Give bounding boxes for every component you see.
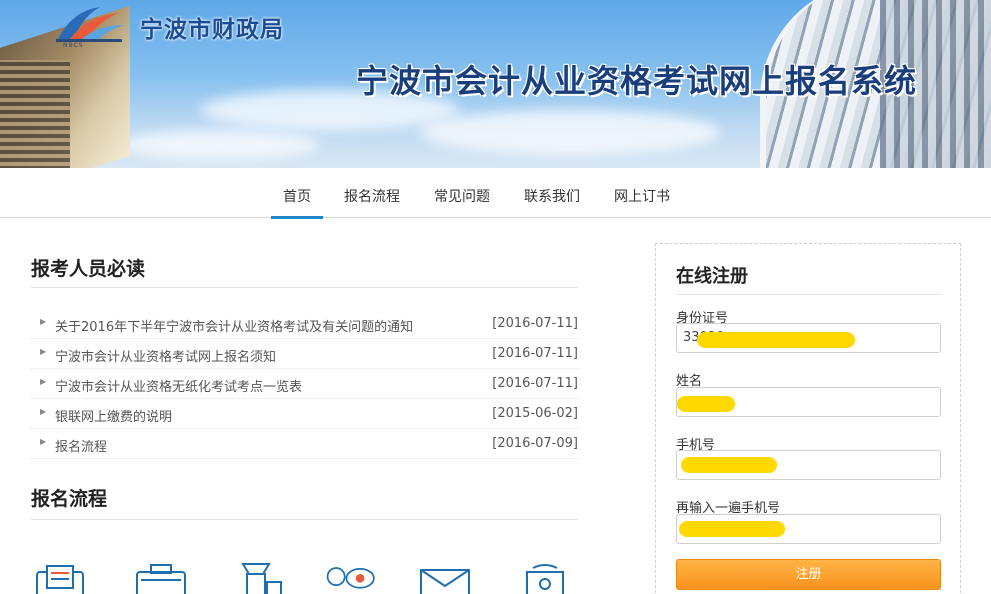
register-button[interactable]: 注册 [676,559,941,590]
notice-date: [2016-07-11] [492,316,578,331]
header-banner: NBCS 宁波市财政局 宁波市会计从业资格考试网上报名系统 [0,0,991,168]
id-number-input[interactable]: 33020 [676,323,941,353]
print-ticket-icon [420,569,470,594]
notice-date: [2016-07-11] [492,346,578,361]
notice-title[interactable]: 宁波市会计从业资格考试网上报名须知 [55,346,276,365]
registration-panel: 在线注册 身份证号 33020 姓名 手机号 再输入一遍手机号 13 注册 [655,243,961,594]
notices-divider [31,287,578,288]
list-item[interactable]: ▶ 报名流程 [2016-07-09] [31,429,578,459]
notice-date: [2016-07-09] [492,436,578,451]
notice-title[interactable]: 宁波市会计从业资格无纸化考试考点一览表 [55,376,302,395]
notices-title: 报考人员必读 [31,258,146,280]
nav-contact[interactable]: 联系我们 [524,186,580,218]
banner-cloud [420,110,720,155]
list-item[interactable]: ▶ 银联网上缴费的说明 [2015-06-02] [31,399,578,429]
redaction-mark [677,396,735,412]
exam-icon [526,564,564,594]
notice-title[interactable]: 关于2016年下半年宁波市会计从业资格考试及有关问题的通知 [55,316,413,335]
phone-confirm-input[interactable]: 13 [676,514,941,544]
main-nav: 首页 报名流程 常见问题 联系我们 网上订书 [0,168,991,219]
list-item[interactable]: ▶ 宁波市会计从业资格无纸化考试考点一览表 [2016-07-11] [31,369,578,399]
payment-machine-icon [241,563,282,594]
name-input[interactable] [676,387,941,417]
banner-cloud [120,130,320,160]
process-steps [31,560,578,594]
banner-building-left-tower [0,60,70,168]
nav-book-order[interactable]: 网上订书 [614,186,670,218]
bullet-icon: ▶ [40,437,47,446]
registration-form-icon [36,565,84,594]
redaction-mark [679,521,785,537]
notice-title[interactable]: 银联网上缴费的说明 [55,406,172,425]
nav-faq[interactable]: 常见问题 [434,186,490,218]
process-divider [31,519,578,520]
notice-title[interactable]: 报名流程 [55,436,107,455]
bullet-icon: ▶ [40,317,47,326]
redaction-mark [681,457,777,473]
logo-subtext: NBCS [63,42,84,49]
redaction-mark [697,332,855,348]
registration-divider [676,294,942,295]
notice-date: [2015-06-02] [492,406,578,421]
list-item[interactable]: ▶ 宁波市会计从业资格考试网上报名须知 [2016-07-11] [31,339,578,369]
bullet-icon: ▶ [40,347,47,356]
notice-date: [2016-07-11] [492,376,578,391]
review-eye-icon [326,567,375,589]
camera-photo-icon [136,564,186,594]
nav-home[interactable]: 首页 [271,186,323,219]
phone-input[interactable] [676,450,941,480]
registration-title: 在线注册 [676,266,748,287]
system-title: 宁波市会计从业资格考试网上报名系统 [356,62,918,100]
bullet-icon: ▶ [40,377,47,386]
notices-list: ▶ 关于2016年下半年宁波市会计从业资格考试及有关问题的通知 [2016-07… [31,309,578,459]
list-item[interactable]: ▶ 关于2016年下半年宁波市会计从业资格考试及有关问题的通知 [2016-07… [31,309,578,339]
process-title: 报名流程 [31,488,108,510]
nav-process[interactable]: 报名流程 [344,186,400,218]
org-name[interactable]: 宁波市财政局 [140,10,284,44]
bullet-icon: ▶ [40,407,47,416]
